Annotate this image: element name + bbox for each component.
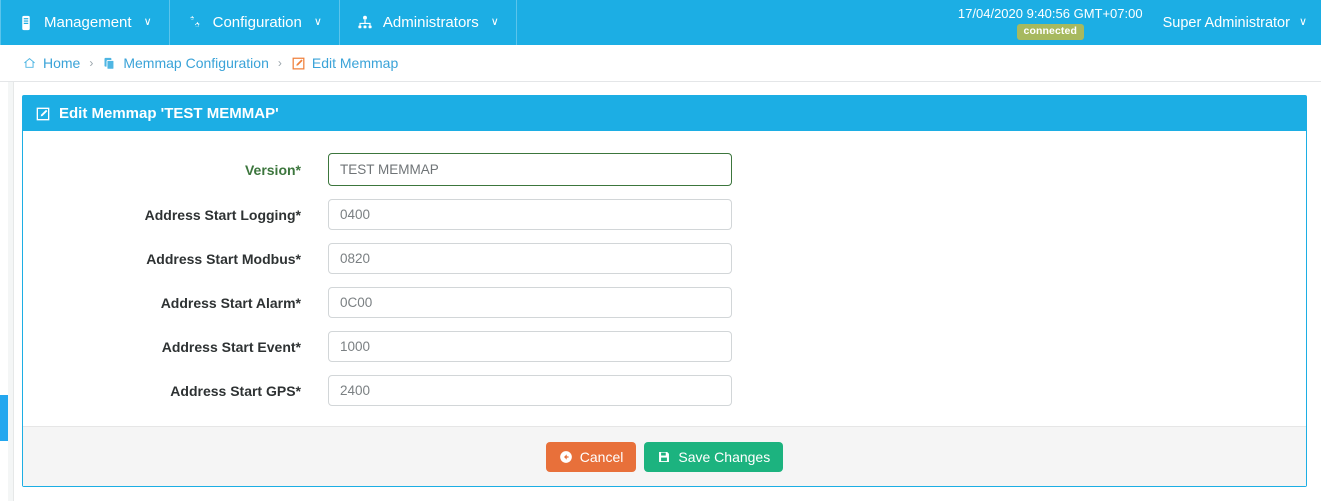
user-menu-label: Super Administrator: [1162, 14, 1290, 31]
label-address-start-modbus: Address Start Modbus*: [146, 250, 301, 267]
chevron-down-icon: ∨: [313, 16, 322, 28]
copy-icon: [102, 56, 117, 71]
breadcrumb-item-home[interactable]: Home: [22, 55, 80, 71]
panel-header: Edit Memmap 'TEST MEMMAP': [23, 96, 1306, 131]
arrow-circle-left-icon: [559, 450, 573, 464]
breadcrumb-separator: ›: [89, 56, 94, 70]
status-badge: connected: [1016, 23, 1084, 40]
save-changes-button-label: Save Changes: [678, 448, 771, 465]
edit-memmap-panel: Edit Memmap 'TEST MEMMAP' Version* Addre…: [22, 95, 1307, 487]
nav-item-administrators-label: Administrators: [382, 14, 479, 31]
cancel-button[interactable]: Cancel: [545, 441, 637, 472]
breadcrumb-item-home-label: Home: [43, 55, 81, 71]
breadcrumb: Home › Memmap Configuration › Edit Memma…: [0, 45, 1321, 82]
address-start-alarm-input[interactable]: [328, 287, 732, 318]
sidebar-gutter: [8, 82, 14, 501]
nav-item-administrators[interactable]: Administrators ∨: [340, 0, 517, 45]
cogs-icon: [186, 14, 204, 32]
label-address-start-logging: Address Start Logging*: [144, 206, 301, 223]
nav-item-configuration[interactable]: Configuration ∨: [170, 0, 340, 45]
chevron-down-icon: ∨: [143, 16, 152, 28]
clock-status-group: 17/04/2020 9:40:56 GMT+07:00 connected: [958, 5, 1143, 40]
version-input[interactable]: [328, 153, 732, 186]
app-window: Management ∨ Configuration ∨ Administrat…: [0, 0, 1321, 501]
address-start-gps-input[interactable]: [328, 375, 732, 406]
nav-item-management-label: Management: [44, 14, 132, 31]
label-address-start-alarm: Address Start Alarm*: [160, 294, 301, 311]
breadcrumb-item-memmap-configuration[interactable]: Memmap Configuration: [102, 55, 269, 71]
nav-item-management[interactable]: Management ∨: [0, 0, 170, 45]
panel-body: Version* Address Start Logging* Address …: [23, 131, 1306, 426]
address-start-modbus-input[interactable]: [328, 243, 732, 274]
form-row-version: Version*: [23, 153, 1306, 186]
navbar-right-section: 17/04/2020 9:40:56 GMT+07:00 connected S…: [958, 0, 1321, 45]
form-row-address-start-logging: Address Start Logging*: [23, 199, 1306, 230]
label-address-start-gps: Address Start GPS*: [170, 382, 301, 399]
breadcrumb-item-edit-memmap-label: Edit Memmap: [311, 55, 399, 71]
breadcrumb-item-edit-memmap[interactable]: Edit Memmap: [291, 55, 398, 71]
address-start-logging-input[interactable]: [328, 199, 732, 230]
home-icon: [22, 56, 37, 71]
sidebar-accent-strip[interactable]: [0, 395, 8, 441]
edit-square-icon: [35, 106, 51, 122]
form-row-address-start-event: Address Start Event*: [23, 331, 1306, 362]
clock-text: 17/04/2020 9:40:56 GMT+07:00: [957, 6, 1143, 22]
form-row-address-start-modbus: Address Start Modbus*: [23, 243, 1306, 274]
panel-footer: Cancel Save Changes: [23, 426, 1306, 486]
breadcrumb-item-memmap-configuration-label: Memmap Configuration: [123, 55, 269, 71]
user-menu[interactable]: Super Administrator ∨: [1163, 15, 1307, 31]
floppy-save-icon: [657, 450, 671, 464]
chevron-down-icon: ∨: [1298, 16, 1307, 28]
edit-square-icon: [291, 56, 306, 71]
label-address-start-event: Address Start Event*: [161, 338, 301, 355]
top-navbar: Management ∨ Configuration ∨ Administrat…: [0, 0, 1321, 45]
form-row-address-start-gps: Address Start GPS*: [23, 375, 1306, 406]
page-title: Edit Memmap 'TEST MEMMAP': [59, 105, 279, 122]
form-row-address-start-alarm: Address Start Alarm*: [23, 287, 1306, 318]
address-start-event-input[interactable]: [328, 331, 732, 362]
label-version: Version*: [244, 161, 301, 178]
cancel-button-label: Cancel: [579, 448, 624, 465]
page-body: Edit Memmap 'TEST MEMMAP' Version* Addre…: [0, 82, 1321, 501]
nav-item-configuration-label: Configuration: [212, 14, 302, 31]
sitemap-users-icon: [356, 14, 374, 32]
main-menu: Management ∨ Configuration ∨ Administrat…: [0, 0, 517, 45]
device-icon: [17, 14, 35, 32]
chevron-down-icon: ∨: [490, 16, 499, 28]
breadcrumb-separator: ›: [277, 56, 282, 70]
save-changes-button[interactable]: Save Changes: [644, 441, 784, 472]
